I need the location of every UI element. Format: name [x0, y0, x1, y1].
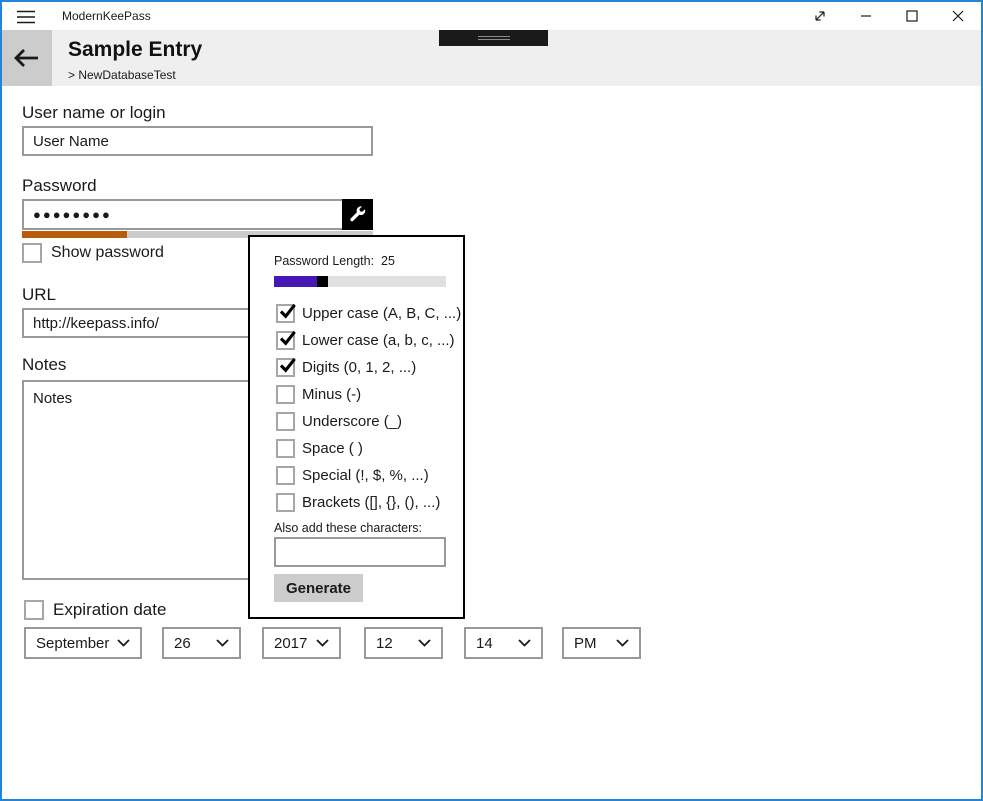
expiration-checkbox-row[interactable]: Expiration date — [24, 600, 166, 620]
length-label-text: Password Length: — [274, 254, 374, 268]
chevron-down-icon — [616, 639, 629, 647]
resize-diagonal-icon — [813, 9, 827, 23]
checkmark-icon — [278, 328, 297, 349]
username-field-wrap — [22, 126, 373, 156]
window-title: ModernKeePass — [62, 9, 151, 23]
expiration-label: Expiration date — [53, 600, 166, 620]
day-select[interactable]: 26 — [162, 627, 241, 659]
month-value: September — [36, 635, 109, 652]
year-value: 2017 — [274, 635, 307, 652]
hamburger-menu-button[interactable] — [14, 7, 38, 27]
checkmark-icon — [278, 355, 297, 376]
month-select[interactable]: September — [24, 627, 142, 659]
lowercase-label: Lower case (a, b, c, ...) — [302, 332, 455, 349]
option-row-space[interactable]: Space ( ) — [276, 439, 363, 458]
length-value: 25 — [381, 254, 395, 268]
special-label: Special (!, $, %, ...) — [302, 467, 429, 484]
password-masked-value[interactable]: ●●●●●●●● — [33, 207, 112, 222]
day-value: 26 — [174, 635, 191, 652]
also-add-label: Also add these characters: — [274, 521, 422, 535]
also-add-input[interactable] — [274, 537, 446, 567]
length-slider-thumb[interactable] — [317, 276, 328, 287]
minute-value: 14 — [476, 635, 493, 652]
expiration-checkbox[interactable] — [24, 600, 44, 620]
show-password-label: Show password — [51, 244, 164, 262]
back-button[interactable] — [2, 30, 52, 86]
password-length-label: Password Length: 25 — [274, 254, 395, 268]
option-row-minus[interactable]: Minus (-) — [276, 385, 361, 404]
year-select[interactable]: 2017 — [262, 627, 341, 659]
uppercase-checkbox[interactable] — [276, 304, 295, 323]
back-arrow-icon — [14, 47, 40, 69]
show-password-checkbox-row[interactable]: Show password — [22, 243, 164, 263]
minute-select[interactable]: 14 — [464, 627, 543, 659]
space-checkbox[interactable] — [276, 439, 295, 458]
option-row-uppercase[interactable]: Upper case (A, B, C, ...) — [276, 304, 461, 323]
brackets-checkbox[interactable] — [276, 493, 295, 512]
chevron-down-icon — [117, 639, 130, 647]
username-label: User name or login — [22, 103, 166, 123]
notes-label: Notes — [22, 355, 66, 375]
maximize-button[interactable] — [889, 2, 935, 30]
option-row-brackets[interactable]: Brackets ([], {}, (), ...) — [276, 493, 440, 512]
underscore-label: Underscore (_) — [302, 413, 402, 430]
app-window: ModernKeePass — [0, 0, 983, 801]
chevron-down-icon — [216, 639, 229, 647]
close-button[interactable] — [935, 2, 981, 30]
minimize-icon — [860, 10, 872, 22]
option-row-underscore[interactable]: Underscore (_) — [276, 412, 402, 431]
appbar-grip[interactable] — [439, 30, 548, 46]
chevron-down-icon — [418, 639, 431, 647]
breadcrumb: > NewDatabaseTest — [68, 68, 176, 82]
hamburger-icon — [17, 10, 35, 24]
hour-select[interactable]: 12 — [364, 627, 443, 659]
underscore-checkbox[interactable] — [276, 412, 295, 431]
chevron-down-icon — [518, 639, 531, 647]
digits-label: Digits (0, 1, 2, ...) — [302, 359, 416, 376]
option-row-special[interactable]: Special (!, $, %, ...) — [276, 466, 429, 485]
close-icon — [952, 10, 964, 22]
show-password-checkbox[interactable] — [22, 243, 42, 263]
digits-checkbox[interactable] — [276, 358, 295, 377]
minus-label: Minus (-) — [302, 386, 361, 403]
username-input[interactable] — [33, 133, 362, 150]
maximize-icon — [906, 10, 918, 22]
password-strength-fill — [22, 231, 127, 238]
generate-password-button[interactable] — [342, 199, 373, 230]
minus-checkbox[interactable] — [276, 385, 295, 404]
ampm-select[interactable]: PM — [562, 627, 641, 659]
chevron-down-icon — [316, 639, 329, 647]
minimize-button[interactable] — [843, 2, 889, 30]
ampm-value: PM — [574, 635, 597, 652]
length-slider-fill — [274, 276, 317, 287]
grip-line — [478, 39, 510, 40]
hour-value: 12 — [376, 635, 393, 652]
uppercase-label: Upper case (A, B, C, ...) — [302, 305, 461, 322]
wrench-icon — [349, 206, 366, 223]
title-bar: ModernKeePass — [2, 2, 981, 30]
generate-button[interactable]: Generate — [274, 574, 363, 602]
password-field-wrap: ●●●●●●●● — [22, 199, 373, 230]
option-row-lowercase[interactable]: Lower case (a, b, c, ...) — [276, 331, 455, 350]
resize-button[interactable] — [797, 2, 843, 30]
password-label: Password — [22, 176, 97, 196]
grip-line — [478, 36, 510, 37]
lowercase-checkbox[interactable] — [276, 331, 295, 350]
brackets-label: Brackets ([], {}, (), ...) — [302, 494, 440, 511]
space-label: Space ( ) — [302, 440, 363, 457]
special-checkbox[interactable] — [276, 466, 295, 485]
window-controls — [797, 2, 981, 30]
checkmark-icon — [278, 301, 297, 322]
length-slider[interactable] — [274, 276, 446, 287]
page-title: Sample Entry — [68, 38, 202, 62]
url-label: URL — [22, 285, 56, 305]
password-generator-popup: Password Length: 25 Upper case (A, B, C,… — [248, 235, 465, 619]
option-row-digits[interactable]: Digits (0, 1, 2, ...) — [276, 358, 416, 377]
